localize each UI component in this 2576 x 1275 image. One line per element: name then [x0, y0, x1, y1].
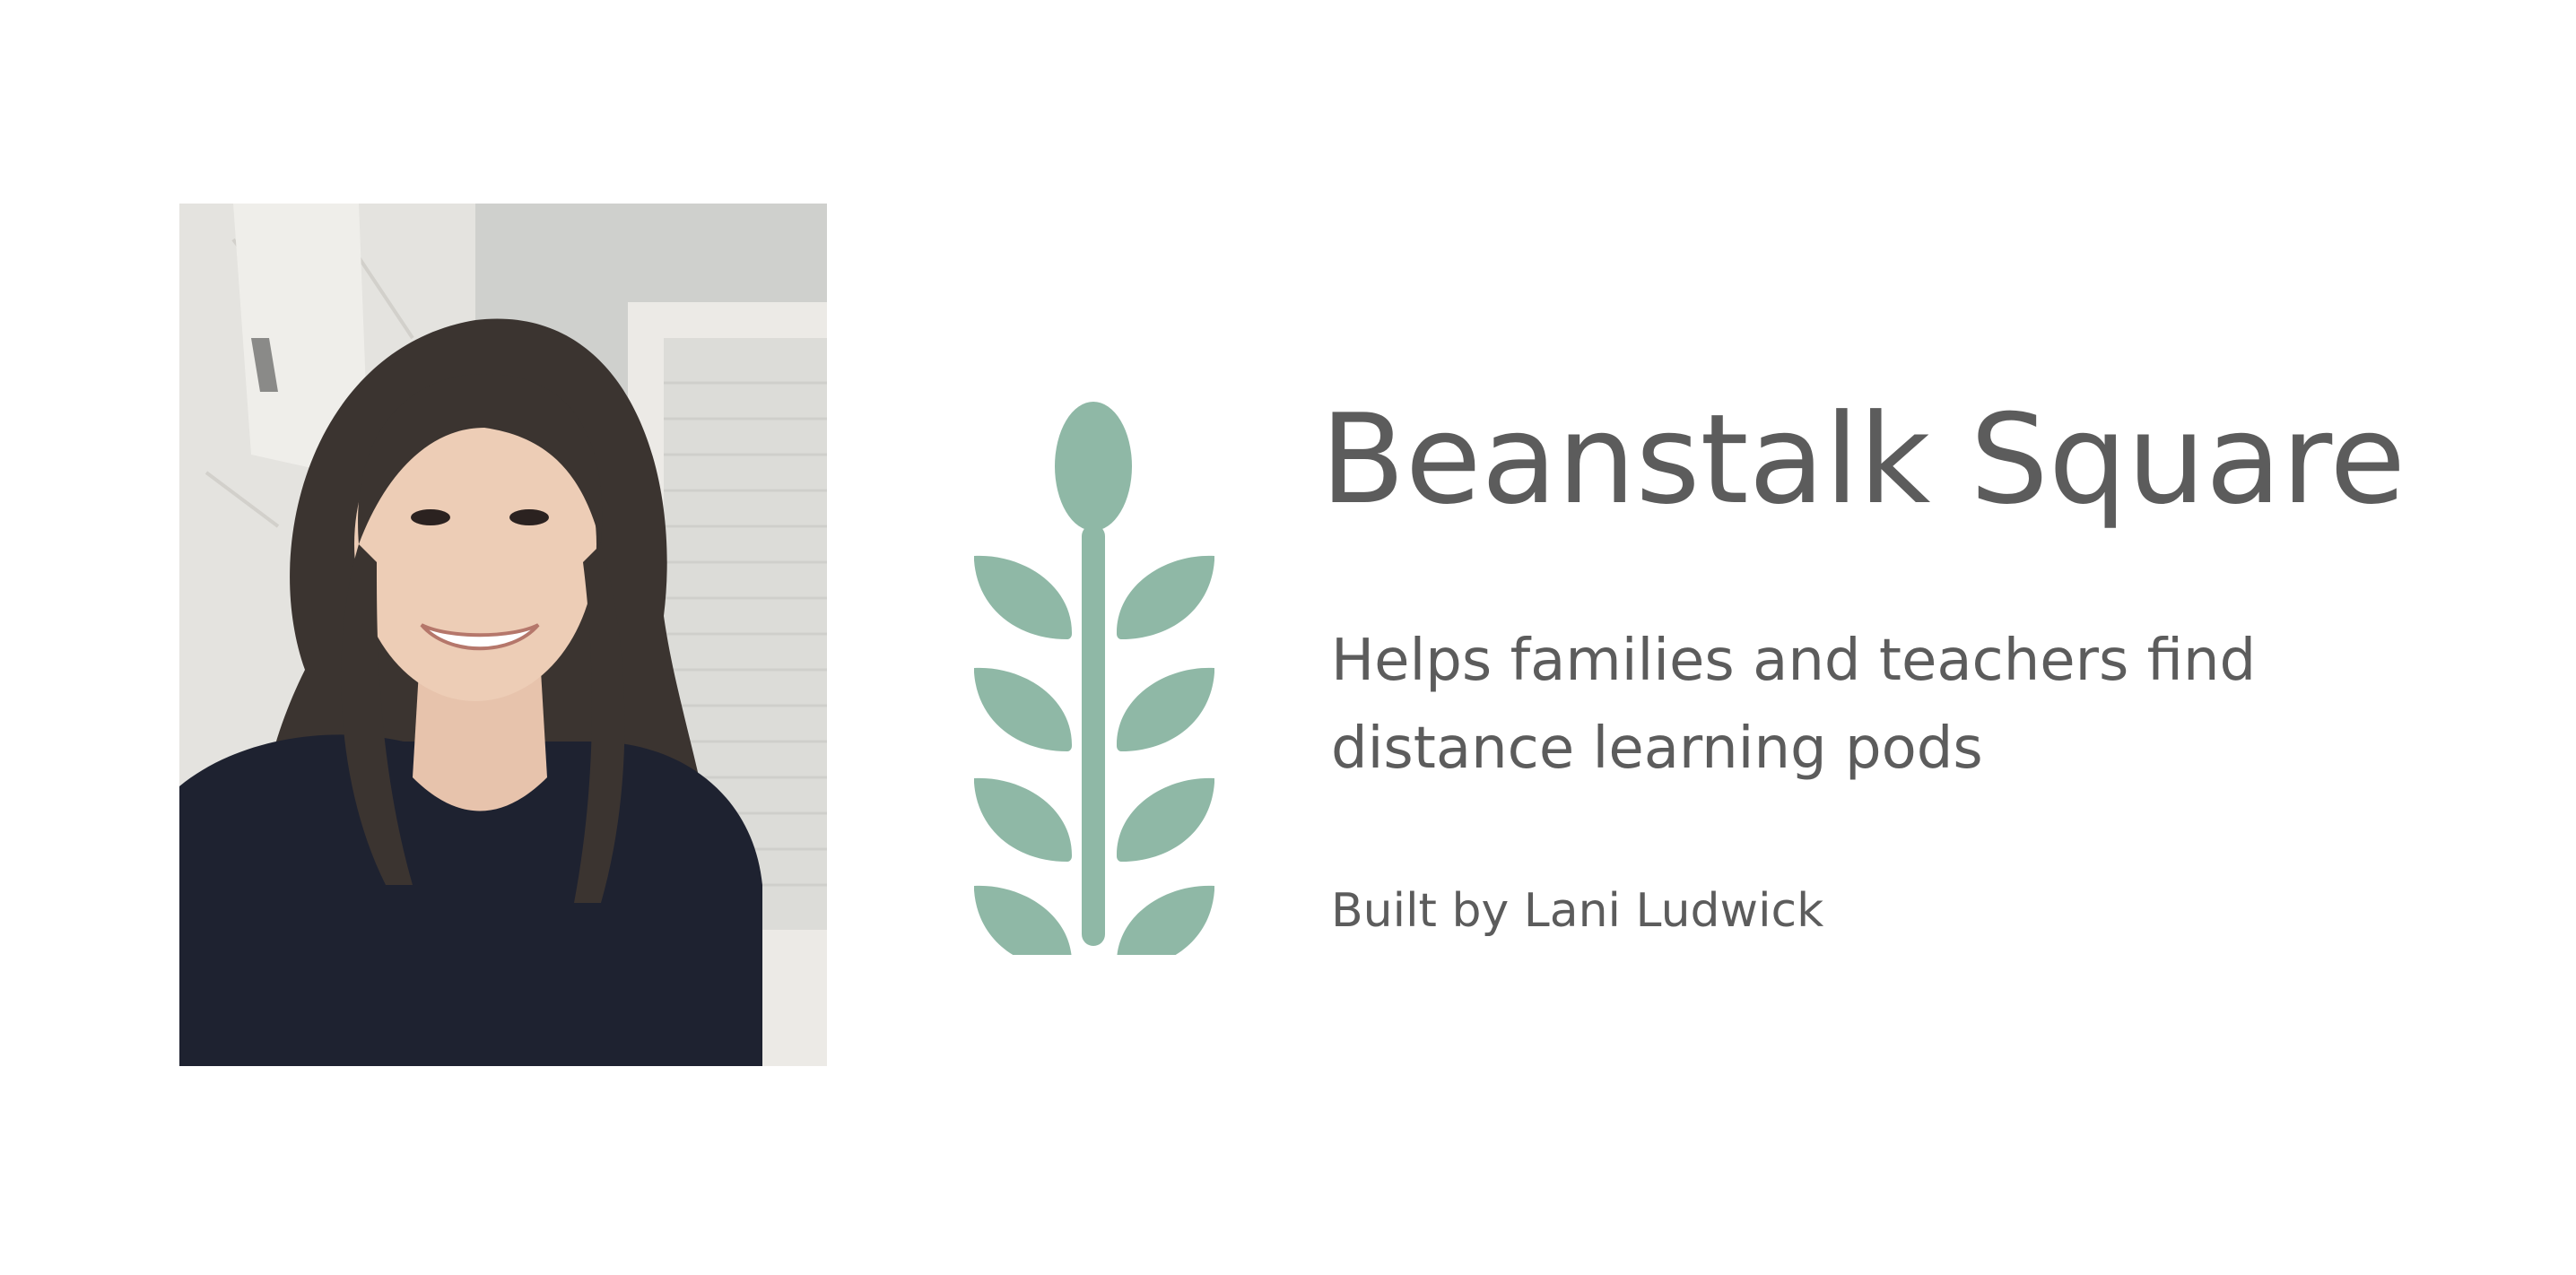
tagline: Helps families and teachers find distanc… [1331, 617, 2407, 793]
stem [1082, 525, 1105, 946]
byline: Built by Lani Ludwick [1331, 884, 1824, 938]
founder-portrait-photo [179, 204, 827, 1066]
tagline-line-1: Helps families and teachers find [1331, 628, 2257, 694]
tagline-line-2: distance learning pods [1331, 716, 1983, 782]
brand-title: Beanstalk Square [1320, 387, 2406, 532]
wheat-sprout-icon [974, 402, 1214, 955]
top-leaf [1055, 402, 1132, 531]
